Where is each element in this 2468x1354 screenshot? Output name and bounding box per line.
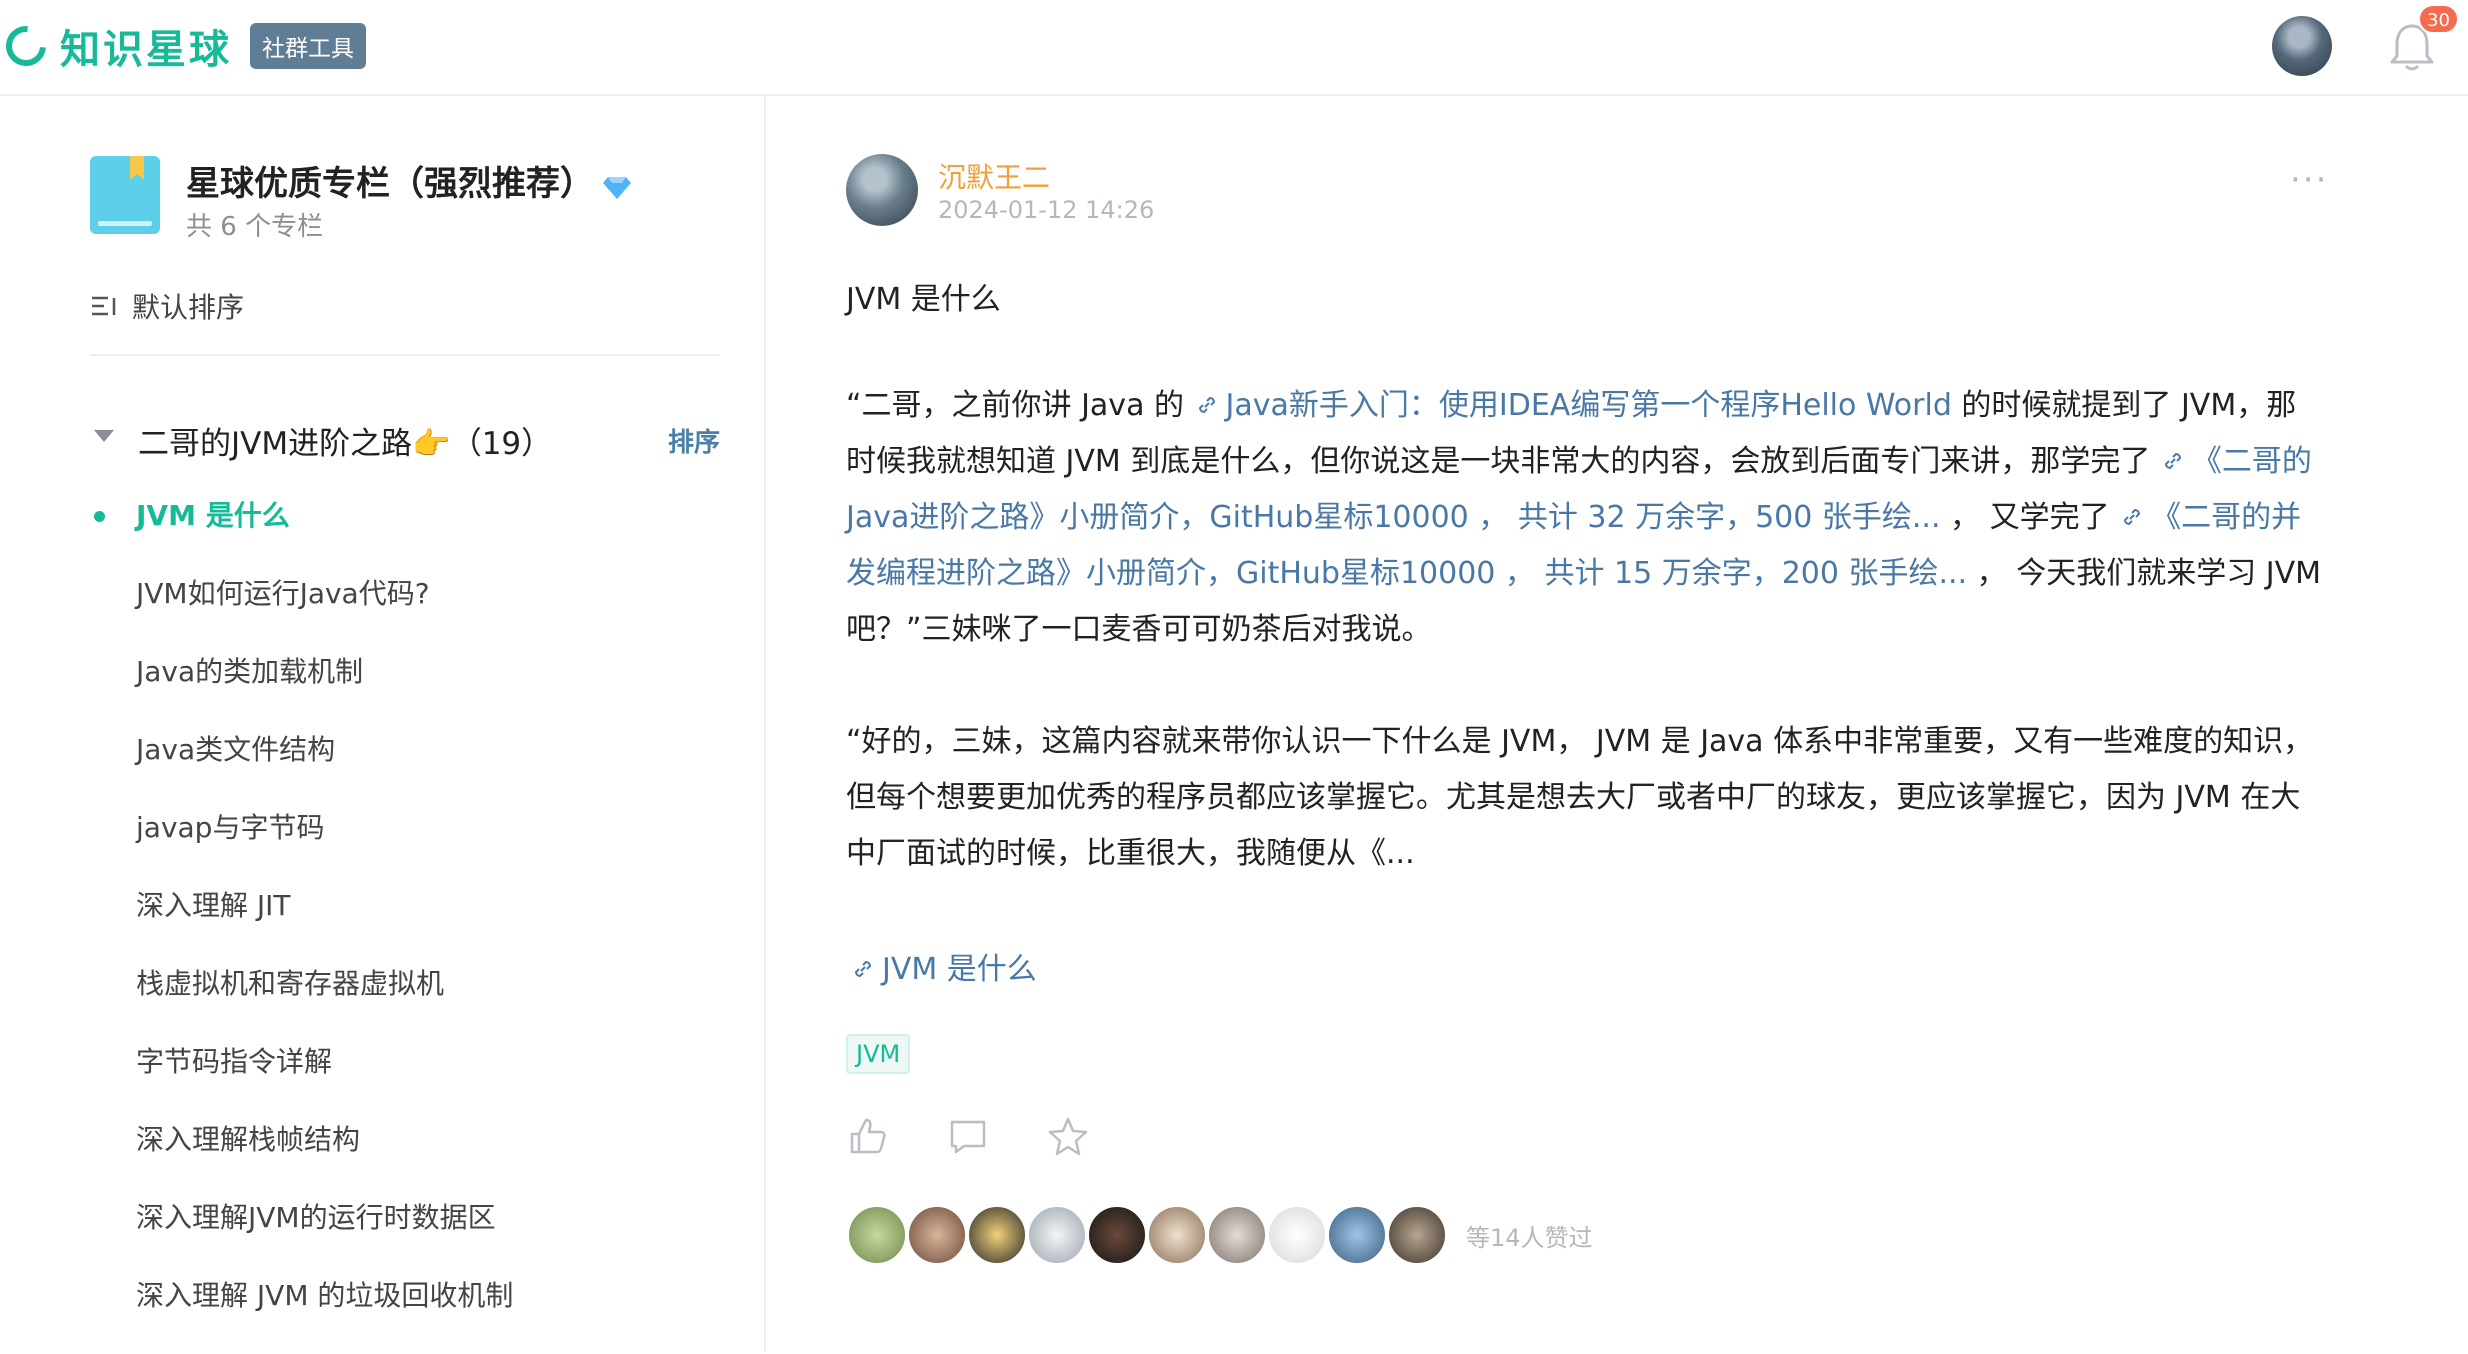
list-item[interactable]: 深入理解JVM的运行时数据区 [90,1198,720,1276]
avatar[interactable] [1386,1204,1448,1266]
list-item-label: Java的类加载机制 [136,655,364,688]
divider [90,354,720,356]
post-paragraph: “二哥，之前你讲 Java 的 Java新手入门：使用IDEA编写第一个程序He… [846,378,2326,658]
author-name[interactable]: 沉默王二 [938,156,1050,196]
list-item-label: javap与字节码 [136,811,325,844]
list-item-label: 字节码指令详解 [136,1045,333,1078]
list-item[interactable]: 深入理解栈帧结构 [90,1120,720,1198]
list-item-label: JVM 是什么 [136,499,290,532]
list-item-label: 栈虚拟机和寄存器虚拟机 [136,967,445,1000]
link-icon [2124,508,2141,526]
sort-label: 默认排序 [132,291,245,324]
avatar[interactable] [1086,1204,1148,1266]
text-span: “二哥，之前你讲 Java 的 [846,388,1194,423]
link-icon [1198,396,1215,414]
avatar[interactable] [846,1204,908,1266]
article-link-text: JVM 是什么 [882,952,1037,987]
list-item-active[interactable]: JVM 是什么 [90,496,720,574]
logo-text: 知识星球 [60,27,232,73]
list-item[interactable]: 栈虚拟机和寄存器虚拟机 [90,964,720,1042]
avatar[interactable] [1206,1204,1268,1266]
list-item-label: 深入理解JVM的运行时数据区 [136,1201,496,1234]
article-link[interactable]: JVM 是什么 [850,944,1037,988]
list-item[interactable]: javap与字节码 [90,808,720,886]
author-avatar[interactable] [846,154,918,226]
link-icon [2164,452,2181,470]
column-title: 星球优质专栏（强烈推荐） [186,156,632,205]
group-sort-button[interactable]: 排序 [668,422,720,459]
link-icon [854,960,872,978]
logo-badge[interactable]: 社群工具 [250,23,366,69]
more-options-icon[interactable]: ··· [2290,160,2328,200]
sort-icon [92,296,116,316]
tag-badge[interactable]: JVM [846,1034,911,1074]
list-item-label: JVM如何运行Java代码? [136,577,430,610]
avatar[interactable] [1026,1204,1088,1266]
notification-badge: 30 [2418,4,2459,34]
avatar[interactable] [1326,1204,1388,1266]
diamond-icon [603,176,631,199]
list-item-label: 深入理解 JIT [136,889,291,922]
book-icon [90,156,160,234]
list-item-label: 深入理解栈帧结构 [136,1123,361,1156]
logo-ring-icon [0,17,55,75]
text-span: ， 又学完了 [1940,500,2120,535]
list-item[interactable]: Java的类加载机制 [90,652,720,730]
list-item[interactable]: Java类文件结构 [90,730,720,808]
like-count[interactable]: 等14人赞过 [1466,1218,1593,1253]
column-title-text: 星球优质专栏（强烈推荐） [186,164,594,204]
thumbs-up-icon[interactable] [846,1114,890,1158]
list-item[interactable]: 深入理解 JIT [90,886,720,964]
post-time: 2024-01-12 14:26 [938,196,1155,224]
star-icon[interactable] [1046,1114,1090,1158]
link-hello-world[interactable]: Java新手入门：使用IDEA编写第一个程序Hello World [1194,388,1952,423]
list-item[interactable]: 字节码指令详解 [90,1042,720,1120]
avatar[interactable] [1266,1204,1328,1266]
link-text: Java新手入门：使用IDEA编写第一个程序Hello World [1225,388,1952,423]
article-list: JVM 是什么 JVM如何运行Java代码? Java的类加载机制 Java类文… [90,496,720,1354]
post-title: JVM 是什么 [846,282,1001,317]
avatar[interactable] [906,1204,968,1266]
column-sidebar: 星球优质专栏（强烈推荐） 共 6 个专栏 默认排序 二哥的JVM进阶之路👉（19… [0,96,766,1352]
post-paragraph: “好的，三妹，这篇内容就来带你认识一下什么是 JVM， JVM 是 Java 体… [846,724,2314,871]
avatar[interactable] [966,1204,1028,1266]
top-header: 知识星球 社群工具 30 [0,0,2468,96]
column-count: 共 6 个专栏 [186,212,324,242]
list-item-label: Java类文件结构 [136,733,336,766]
caret-down-icon[interactable] [94,430,114,442]
sort-toggle[interactable]: 默认排序 [90,286,244,326]
list-item-label: 深入理解 JVM 的垃圾回收机制 [136,1279,514,1312]
list-item[interactable]: 深入理解 JVM 的垃圾回收机制 [90,1276,720,1354]
column-group-header[interactable]: 二哥的JVM进阶之路👉（19） 排序 [90,418,720,462]
active-dot-icon [94,511,105,522]
logo[interactable]: 知识星球 社群工具 [0,17,366,75]
user-avatar[interactable] [2272,16,2332,76]
comment-icon[interactable] [946,1114,990,1158]
avatar[interactable] [1146,1204,1208,1266]
list-item[interactable]: JVM如何运行Java代码? [90,574,720,652]
group-title: 二哥的JVM进阶之路👉（19） [138,426,553,462]
